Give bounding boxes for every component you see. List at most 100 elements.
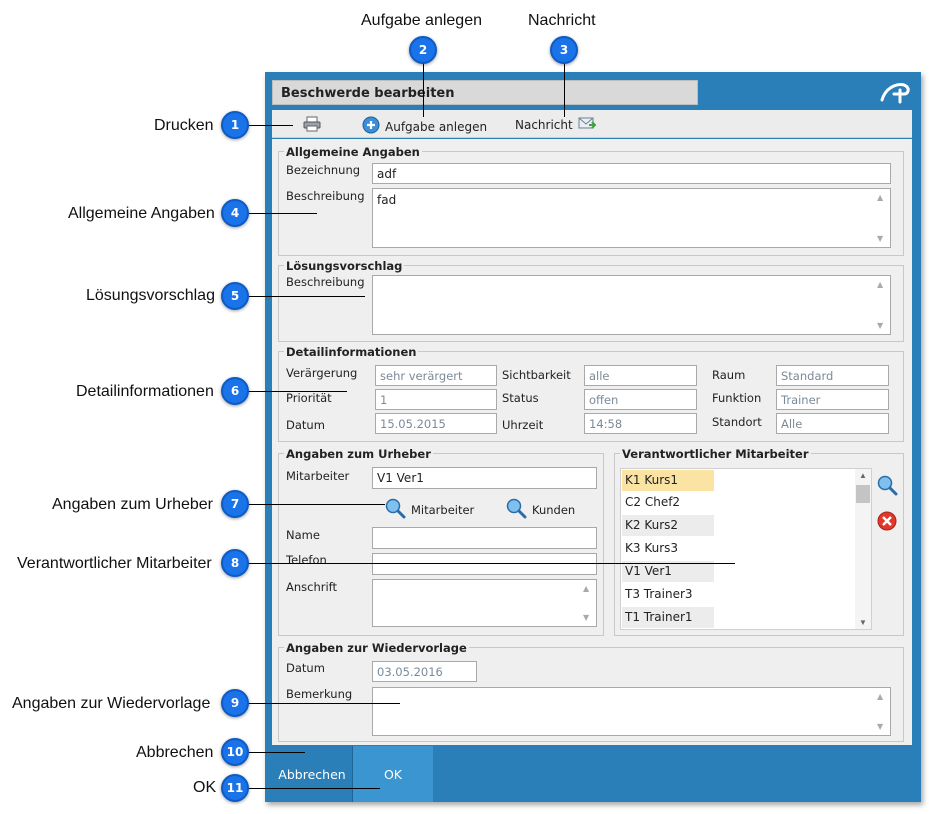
message-label: Nachricht [515,117,573,132]
envelope-icon [578,116,597,133]
print-button[interactable] [303,116,321,135]
printer-icon [303,116,321,135]
scrollbar[interactable]: ▲ ▼ [875,689,889,734]
status-field[interactable]: offen [584,389,697,410]
search-employee-label: Mitarbeiter [411,502,475,517]
step-badge: 7 [221,490,249,518]
uhrzeit-field[interactable]: 14:58 [584,413,697,434]
step-badge: 6 [221,377,249,405]
callout-ok: OK [193,779,217,796]
step-badge: 4 [221,199,249,227]
responsible-list[interactable]: K1 Kurs1 C2 Chef2 K2 Kurs2 K3 Kurs3 V1 V… [620,468,872,630]
search-responsible-button[interactable] [876,474,898,501]
list-scrollbar[interactable]: ▲ ▼ [855,469,871,629]
solution-textarea[interactable]: ▲ ▼ [372,275,891,335]
prioritaet-field[interactable]: 1 [375,389,497,410]
scrollbar-thumb[interactable] [856,485,870,503]
cancel-button[interactable]: Abbrechen [272,746,352,802]
callout-loesung: Lösungsvorschlag [86,287,215,304]
search-customer-button[interactable]: Kunden [505,497,575,522]
raum-field[interactable]: Standard [776,365,889,386]
followup-datum-field[interactable]: 03.05.2016 [372,661,477,682]
beschreibung-text: fad [377,193,397,207]
scroll-up-icon[interactable]: ▲ [859,471,867,480]
solution-description-label: Beschreibung [286,275,365,289]
scrollbar[interactable]: ▲ ▼ [581,581,595,625]
anschrift-textarea[interactable]: ▲ ▼ [372,579,597,627]
funktion-label: Funktion [712,391,762,405]
scroll-down-icon[interactable]: ▼ [859,618,867,627]
sichtbarkeit-field[interactable]: alle [584,365,697,386]
list-item[interactable]: T3 Trainer3 [622,584,714,605]
connector-line [235,296,365,297]
raum-label: Raum [712,368,746,382]
bezeichnung-field[interactable]: adf [372,163,891,184]
list-item[interactable]: C2 Chef2 [622,492,714,513]
datum-field[interactable]: 15.05.2015 [375,413,497,434]
step-badge: 2 [409,36,437,64]
standort-label: Standort [712,415,762,429]
telefon-field[interactable] [372,553,597,575]
list-item[interactable]: T1 Trainer1 [622,607,714,628]
step-badge: 11 [221,774,249,802]
list-item[interactable]: K1 Kurs1 [622,470,714,491]
standort-field[interactable]: Alle [776,413,889,434]
bemerkung-textarea[interactable]: ▲ ▼ [372,687,891,736]
anschrift-label: Anschrift [286,580,338,594]
originator-legend: Angaben zum Urheber [284,447,433,461]
prioritaet-label: Priorität [286,391,332,405]
sichtbarkeit-label: Sichtbarkeit [502,368,571,382]
bemerkung-label: Bemerkung [286,687,353,701]
add-task-button[interactable]: Aufgabe anlegen [362,116,487,137]
solution-legend: Lösungsvorschlag [284,259,405,273]
callout-allgemein: Allgemeine Angaben [68,205,215,222]
ok-button[interactable]: OK [353,746,433,802]
beschreibung-label: Beschreibung [286,189,365,203]
list-item[interactable]: K3 Kurs3 [622,538,714,559]
name-field[interactable] [372,527,597,549]
step-badge: 10 [221,738,249,766]
list-item[interactable]: K2 Kurs2 [622,515,714,536]
delete-icon [877,511,897,535]
list-item[interactable]: V1 Ver1 [622,561,714,582]
message-button[interactable]: Nachricht [515,116,597,133]
step-badge: 5 [221,282,249,310]
connector-line [235,391,347,392]
remove-responsible-button[interactable] [877,511,897,536]
app-logo-icon [878,80,912,106]
uhrzeit-label: Uhrzeit [502,418,544,432]
callout-detail: Detailinformationen [76,383,214,400]
step-badge: 3 [550,36,578,64]
callout-drucken: Drucken [154,117,214,134]
add-task-label: Aufgabe anlegen [385,119,488,134]
connector-line [235,504,385,505]
dialog-title: Beschwerde bearbeiten [272,80,698,105]
step-badge: 9 [221,689,249,717]
search-icon [384,497,406,522]
scrollbar[interactable]: ▲ ▼ [875,190,889,246]
connector-line [235,703,400,704]
search-icon [505,497,527,522]
callout-wiedervorlage: Angaben zur Wiedervorlage [12,695,211,712]
beschreibung-textarea[interactable]: fad ▲ ▼ [372,188,891,248]
funktion-field[interactable]: Trainer [776,389,889,410]
mitarbeiter-field[interactable]: V1 Ver1 [372,467,597,489]
connector-line [235,563,735,564]
bezeichnung-label: Bezeichnung [286,163,361,177]
veraergerung-label: Verärgerung [286,366,358,380]
status-label: Status [502,391,539,405]
scrollbar[interactable]: ▲ ▼ [875,277,889,333]
veraergerung-field[interactable]: sehr verärgert [375,365,497,386]
search-customer-label: Kunden [532,502,576,517]
search-employee-button[interactable]: Mitarbeiter [384,497,474,522]
add-task-icon [362,116,380,137]
callout-abbrechen: Abbrechen [136,744,214,761]
callout-aufgabe: Aufgabe anlegen [361,12,482,29]
telefon-label: Telefon [286,553,327,567]
general-legend: Allgemeine Angaben [284,145,422,159]
followup-legend: Angaben zur Wiedervorlage [284,641,469,655]
step-badge: 8 [221,549,249,577]
callout-nachricht: Nachricht [528,12,596,29]
mitarbeiter-label: Mitarbeiter [286,469,350,483]
callout-verantwortlich: Verantwortlicher Mitarbeiter [17,555,212,572]
